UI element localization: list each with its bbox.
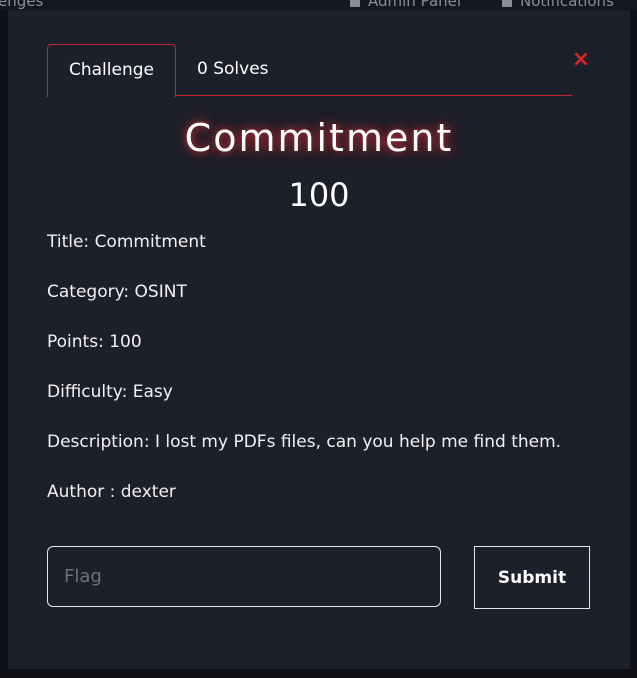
nav-notifications-link[interactable]: Notifications (502, 0, 614, 10)
tab-solves[interactable]: 0 Solves (197, 44, 269, 95)
bell-icon (502, 0, 512, 7)
flag-input[interactable] (47, 546, 441, 607)
submit-button[interactable]: Submit (474, 546, 590, 609)
description-line: Description: I lost my PDFs files, can y… (47, 432, 562, 452)
description-line: Points: 100 (47, 332, 142, 352)
description-line: Category: OSINT (47, 282, 187, 302)
description-line: Author : dexter (47, 482, 176, 502)
tab-challenge[interactable]: Challenge (47, 44, 176, 97)
nav-admin-panel-label: Admin Panel (368, 0, 462, 10)
description-line: Difficulty: Easy (47, 382, 173, 402)
nav-notifications-label: Notifications (520, 0, 614, 10)
challenge-modal: Challenge 0 Solves × Commitment 100 Titl… (8, 10, 630, 669)
challenge-description: Title: Commitment Category: OSINT Points… (47, 230, 607, 530)
modal-tabs: Challenge 0 Solves (47, 44, 572, 97)
nav-challenges-link[interactable]: enges (0, 0, 43, 10)
description-line: Title: Commitment (47, 232, 206, 252)
challenge-title: Commitment (184, 116, 454, 160)
challenge-points: 100 (288, 176, 350, 214)
top-navbar: enges Admin Panel Notifications (0, 0, 637, 10)
nav-admin-panel-link[interactable]: Admin Panel (350, 0, 461, 10)
wrench-icon (350, 0, 360, 7)
close-icon[interactable]: × (571, 49, 591, 71)
